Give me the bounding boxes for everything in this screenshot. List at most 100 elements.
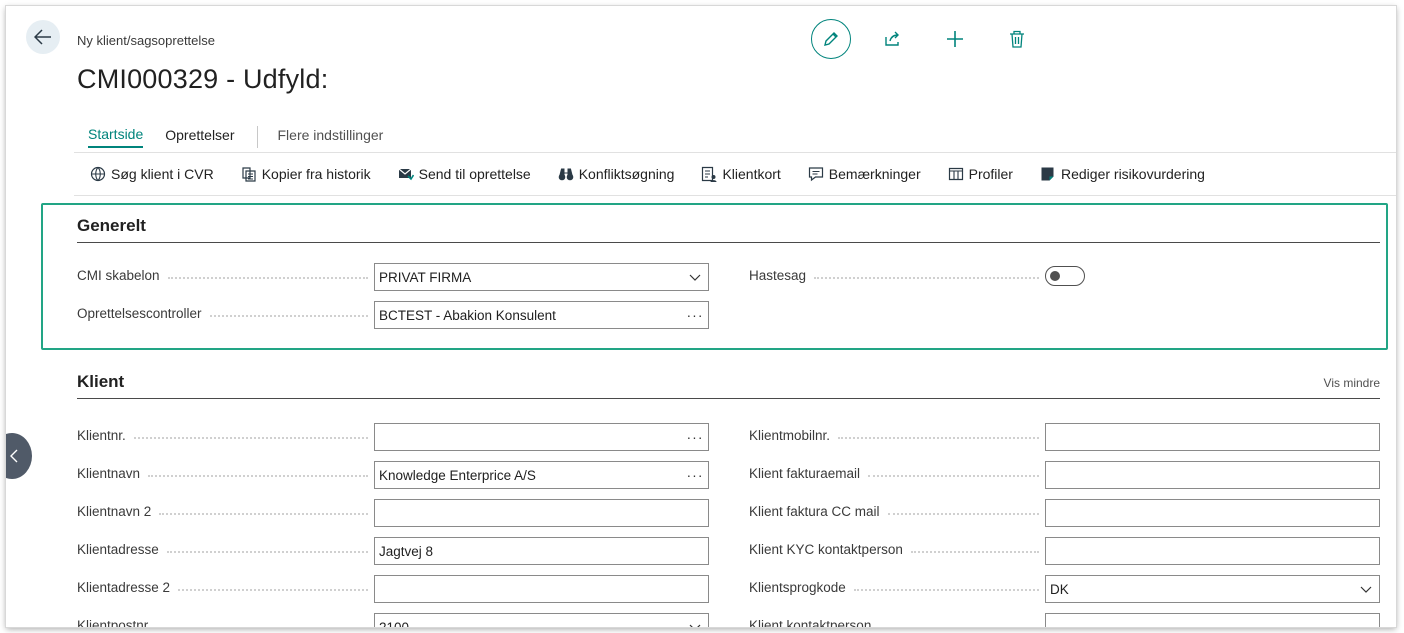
klient-field-label: Klient faktura CC mail — [749, 504, 1045, 519]
edit-risk-label: Rediger risikovurdering — [1060, 166, 1205, 182]
copy-icon — [242, 167, 256, 182]
klient-field-value: Jagtvej 8 — [379, 543, 434, 559]
generelt-section-title[interactable]: Generelt — [77, 216, 146, 236]
comment-icon — [808, 167, 823, 182]
columns-icon — [948, 167, 963, 181]
action-tabs: Startside Oprettelser Flere indstillinge… — [88, 126, 383, 148]
chevron-left-icon — [10, 449, 18, 463]
klient-field-input[interactable] — [1045, 461, 1380, 489]
klient-field-input[interactable]: ··· — [1045, 613, 1380, 627]
send-label: Send til oprettelse — [418, 166, 531, 182]
edit-risk-button[interactable]: Rediger risikovurdering — [1040, 166, 1205, 182]
plus-icon — [947, 31, 963, 47]
cmi-skabelon-value: PRIVAT FIRMA — [379, 269, 472, 285]
chevron-down-icon[interactable] — [682, 619, 708, 627]
cmi-skabelon-label-text: CMI skabelon — [77, 268, 160, 283]
tab-divider — [256, 126, 258, 148]
breadcrumb: Ny klient/sagsoprettelse — [77, 33, 216, 48]
show-less-link[interactable]: Vis mindre — [1324, 376, 1380, 390]
klient-field-label: Klientsprogkode — [749, 580, 1045, 595]
trash-icon — [1010, 30, 1024, 48]
new-button[interactable] — [935, 19, 975, 59]
lookup-ellipsis-icon[interactable]: ··· — [682, 307, 708, 323]
tab-flere-indstillinger[interactable]: Flere indstillinger — [278, 127, 384, 147]
klient-field-label-text: Klientnavn — [77, 466, 141, 481]
controller-value: BCTEST - Abakion Konsulent — [379, 307, 556, 323]
tab-oprettelser[interactable]: Oprettelser — [165, 127, 234, 147]
klient-field-input[interactable] — [1045, 423, 1380, 451]
profiles-button[interactable]: Profiler — [948, 166, 1013, 182]
controller-field[interactable]: BCTEST - Abakion Konsulent ··· — [374, 301, 709, 329]
binoculars-icon — [558, 168, 574, 181]
klient-section-title[interactable]: Klient — [77, 372, 124, 392]
klient-field-label-text: Klientnavn 2 — [77, 504, 152, 519]
klient-field-input[interactable]: Jagtvej 8 — [374, 537, 709, 565]
lookup-ellipsis-icon[interactable]: ··· — [1353, 619, 1379, 627]
comments-button[interactable]: Bemærkninger — [808, 166, 921, 182]
page-frame: Ny klient/sagsoprettelse CMI000329 - Udf… — [6, 6, 1396, 627]
send-mail-icon — [398, 168, 414, 181]
delete-button[interactable] — [997, 19, 1037, 59]
chevron-down-icon[interactable] — [682, 269, 708, 285]
klient-field-label: Klientmobilnr. — [749, 428, 1045, 443]
tab-startside[interactable]: Startside — [88, 126, 144, 148]
copy-history-label: Kopier fra historik — [261, 166, 371, 182]
klient-field-input[interactable]: DK — [1045, 575, 1380, 603]
klient-field-value: 2100 — [379, 619, 410, 628]
hastesag-toggle[interactable] — [1045, 266, 1085, 286]
contact-card-icon — [702, 166, 717, 182]
copy-history-button[interactable]: Kopier fra historik — [241, 166, 371, 182]
cmi-skabelon-select[interactable]: PRIVAT FIRMA — [374, 263, 709, 291]
back-button[interactable] — [26, 20, 60, 54]
hastesag-label: Hastesag — [749, 268, 1045, 283]
klient-field-label-text: Klient faktura CC mail — [749, 504, 880, 519]
client-card-button[interactable]: Klientkort — [701, 166, 781, 182]
klient-field-label: Klient kontaktperson — [749, 618, 1045, 627]
klient-field-value: DK — [1050, 581, 1069, 597]
pencil-icon — [824, 32, 838, 46]
klient-field-label-text: Klient KYC kontaktperson — [749, 542, 903, 557]
page-title: CMI000329 - Udfyld: — [77, 64, 329, 94]
klient-field-input[interactable] — [374, 575, 709, 603]
chevron-down-icon[interactable] — [1353, 581, 1379, 597]
section-divider — [77, 242, 1380, 243]
lookup-ellipsis-icon[interactable]: ··· — [682, 467, 708, 483]
klient-field-label-text: Klientadresse — [77, 542, 159, 557]
conflict-search-label: Konfliktsøgning — [578, 166, 675, 182]
klient-field-input[interactable] — [1045, 537, 1380, 565]
klient-field-label: Klientadresse — [77, 542, 374, 557]
share-icon — [885, 31, 899, 46]
klient-field-label-text: Klient kontaktperson — [749, 618, 872, 627]
section-divider — [77, 398, 1380, 399]
klient-field-label-text: Klientsprogkode — [749, 580, 846, 595]
controller-label-text: Oprettelsescontroller — [77, 306, 202, 321]
klient-field-label-text: Klientadresse 2 — [77, 580, 171, 595]
arrow-left-icon — [34, 29, 51, 45]
share-button[interactable] — [873, 19, 913, 59]
klient-field-label: Klientnavn 2 — [77, 504, 374, 519]
profiles-label: Profiler — [968, 166, 1013, 182]
klient-field-label-text: Klientnr. — [77, 428, 126, 443]
klient-field-label: Klientpostnr. — [77, 618, 374, 627]
klient-field-input[interactable]: Knowledge Enterprice A/S ··· — [374, 461, 709, 489]
search-cvr-label: Søg klient i CVR — [111, 166, 214, 182]
klient-field-label-text: Klient fakturaemail — [749, 466, 861, 481]
klient-field-label-text: Klientpostnr. — [77, 618, 152, 627]
edit-button[interactable] — [811, 19, 851, 59]
klient-field-label: Klientadresse 2 — [77, 580, 374, 595]
klient-field-label: Klientnr. — [77, 428, 374, 443]
client-card-label: Klientkort — [722, 166, 781, 182]
klient-field-input[interactable]: ··· — [374, 423, 709, 451]
klient-field-label: Klientnavn — [77, 466, 374, 481]
klient-field-label: Klient KYC kontaktperson — [749, 542, 1045, 557]
collapse-panel-button[interactable] — [6, 433, 32, 479]
conflict-search-button[interactable]: Konfliktsøgning — [558, 166, 675, 182]
search-cvr-button[interactable]: Søg klient i CVR — [90, 166, 214, 182]
klient-field-input[interactable] — [1045, 499, 1380, 527]
hastesag-label-text: Hastesag — [749, 268, 807, 283]
klient-field-input[interactable]: 2100 — [374, 613, 709, 627]
lookup-ellipsis-icon[interactable]: ··· — [682, 429, 708, 445]
controller-label: Oprettelsescontroller — [77, 306, 374, 321]
klient-field-input[interactable] — [374, 499, 709, 527]
send-button[interactable]: Send til oprettelse — [398, 166, 531, 182]
